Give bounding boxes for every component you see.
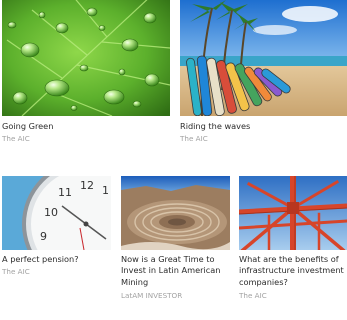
article-source: LatAM INVESTOR bbox=[121, 291, 183, 300]
article-card-infrastructure-investment[interactable]: What are the benefits of infrastructure … bbox=[237, 176, 347, 302]
article-image-clock[interactable]: 12 1 11 10 9 bbox=[2, 176, 111, 250]
article-image-leaf[interactable] bbox=[2, 0, 170, 116]
article-card-latin-american-mining[interactable]: Now is a Great Time to Invest in Latin A… bbox=[119, 176, 233, 302]
article-title[interactable]: What are the benefits of infrastructure … bbox=[239, 254, 347, 288]
article-source: The AIC bbox=[2, 267, 30, 276]
article-source: The AIC bbox=[180, 134, 208, 143]
article-title[interactable]: A perfect pension? bbox=[2, 254, 113, 265]
article-source: The AIC bbox=[2, 134, 30, 143]
svg-text:1: 1 bbox=[102, 184, 109, 197]
svg-text:10: 10 bbox=[44, 206, 58, 219]
article-image-mine[interactable] bbox=[121, 176, 230, 250]
article-card-riding-the-waves[interactable]: Riding the waves The AIC bbox=[178, 0, 347, 150]
article-image-steel-structure[interactable] bbox=[239, 176, 347, 250]
svg-text:12: 12 bbox=[80, 179, 94, 192]
article-title[interactable]: Going Green bbox=[2, 121, 170, 132]
article-image-surfboards[interactable] bbox=[180, 0, 347, 116]
svg-text:9: 9 bbox=[40, 230, 47, 243]
article-title[interactable]: Riding the waves bbox=[180, 121, 345, 132]
svg-text:11: 11 bbox=[58, 186, 72, 199]
article-source: The AIC bbox=[239, 291, 267, 300]
article-card-going-green[interactable]: Going Green The AIC bbox=[0, 0, 172, 150]
article-card-a-perfect-pension[interactable]: 12 1 11 10 9 A perfect pension? The AIC bbox=[0, 176, 115, 276]
article-title[interactable]: Now is a Great Time to Invest in Latin A… bbox=[121, 254, 233, 288]
